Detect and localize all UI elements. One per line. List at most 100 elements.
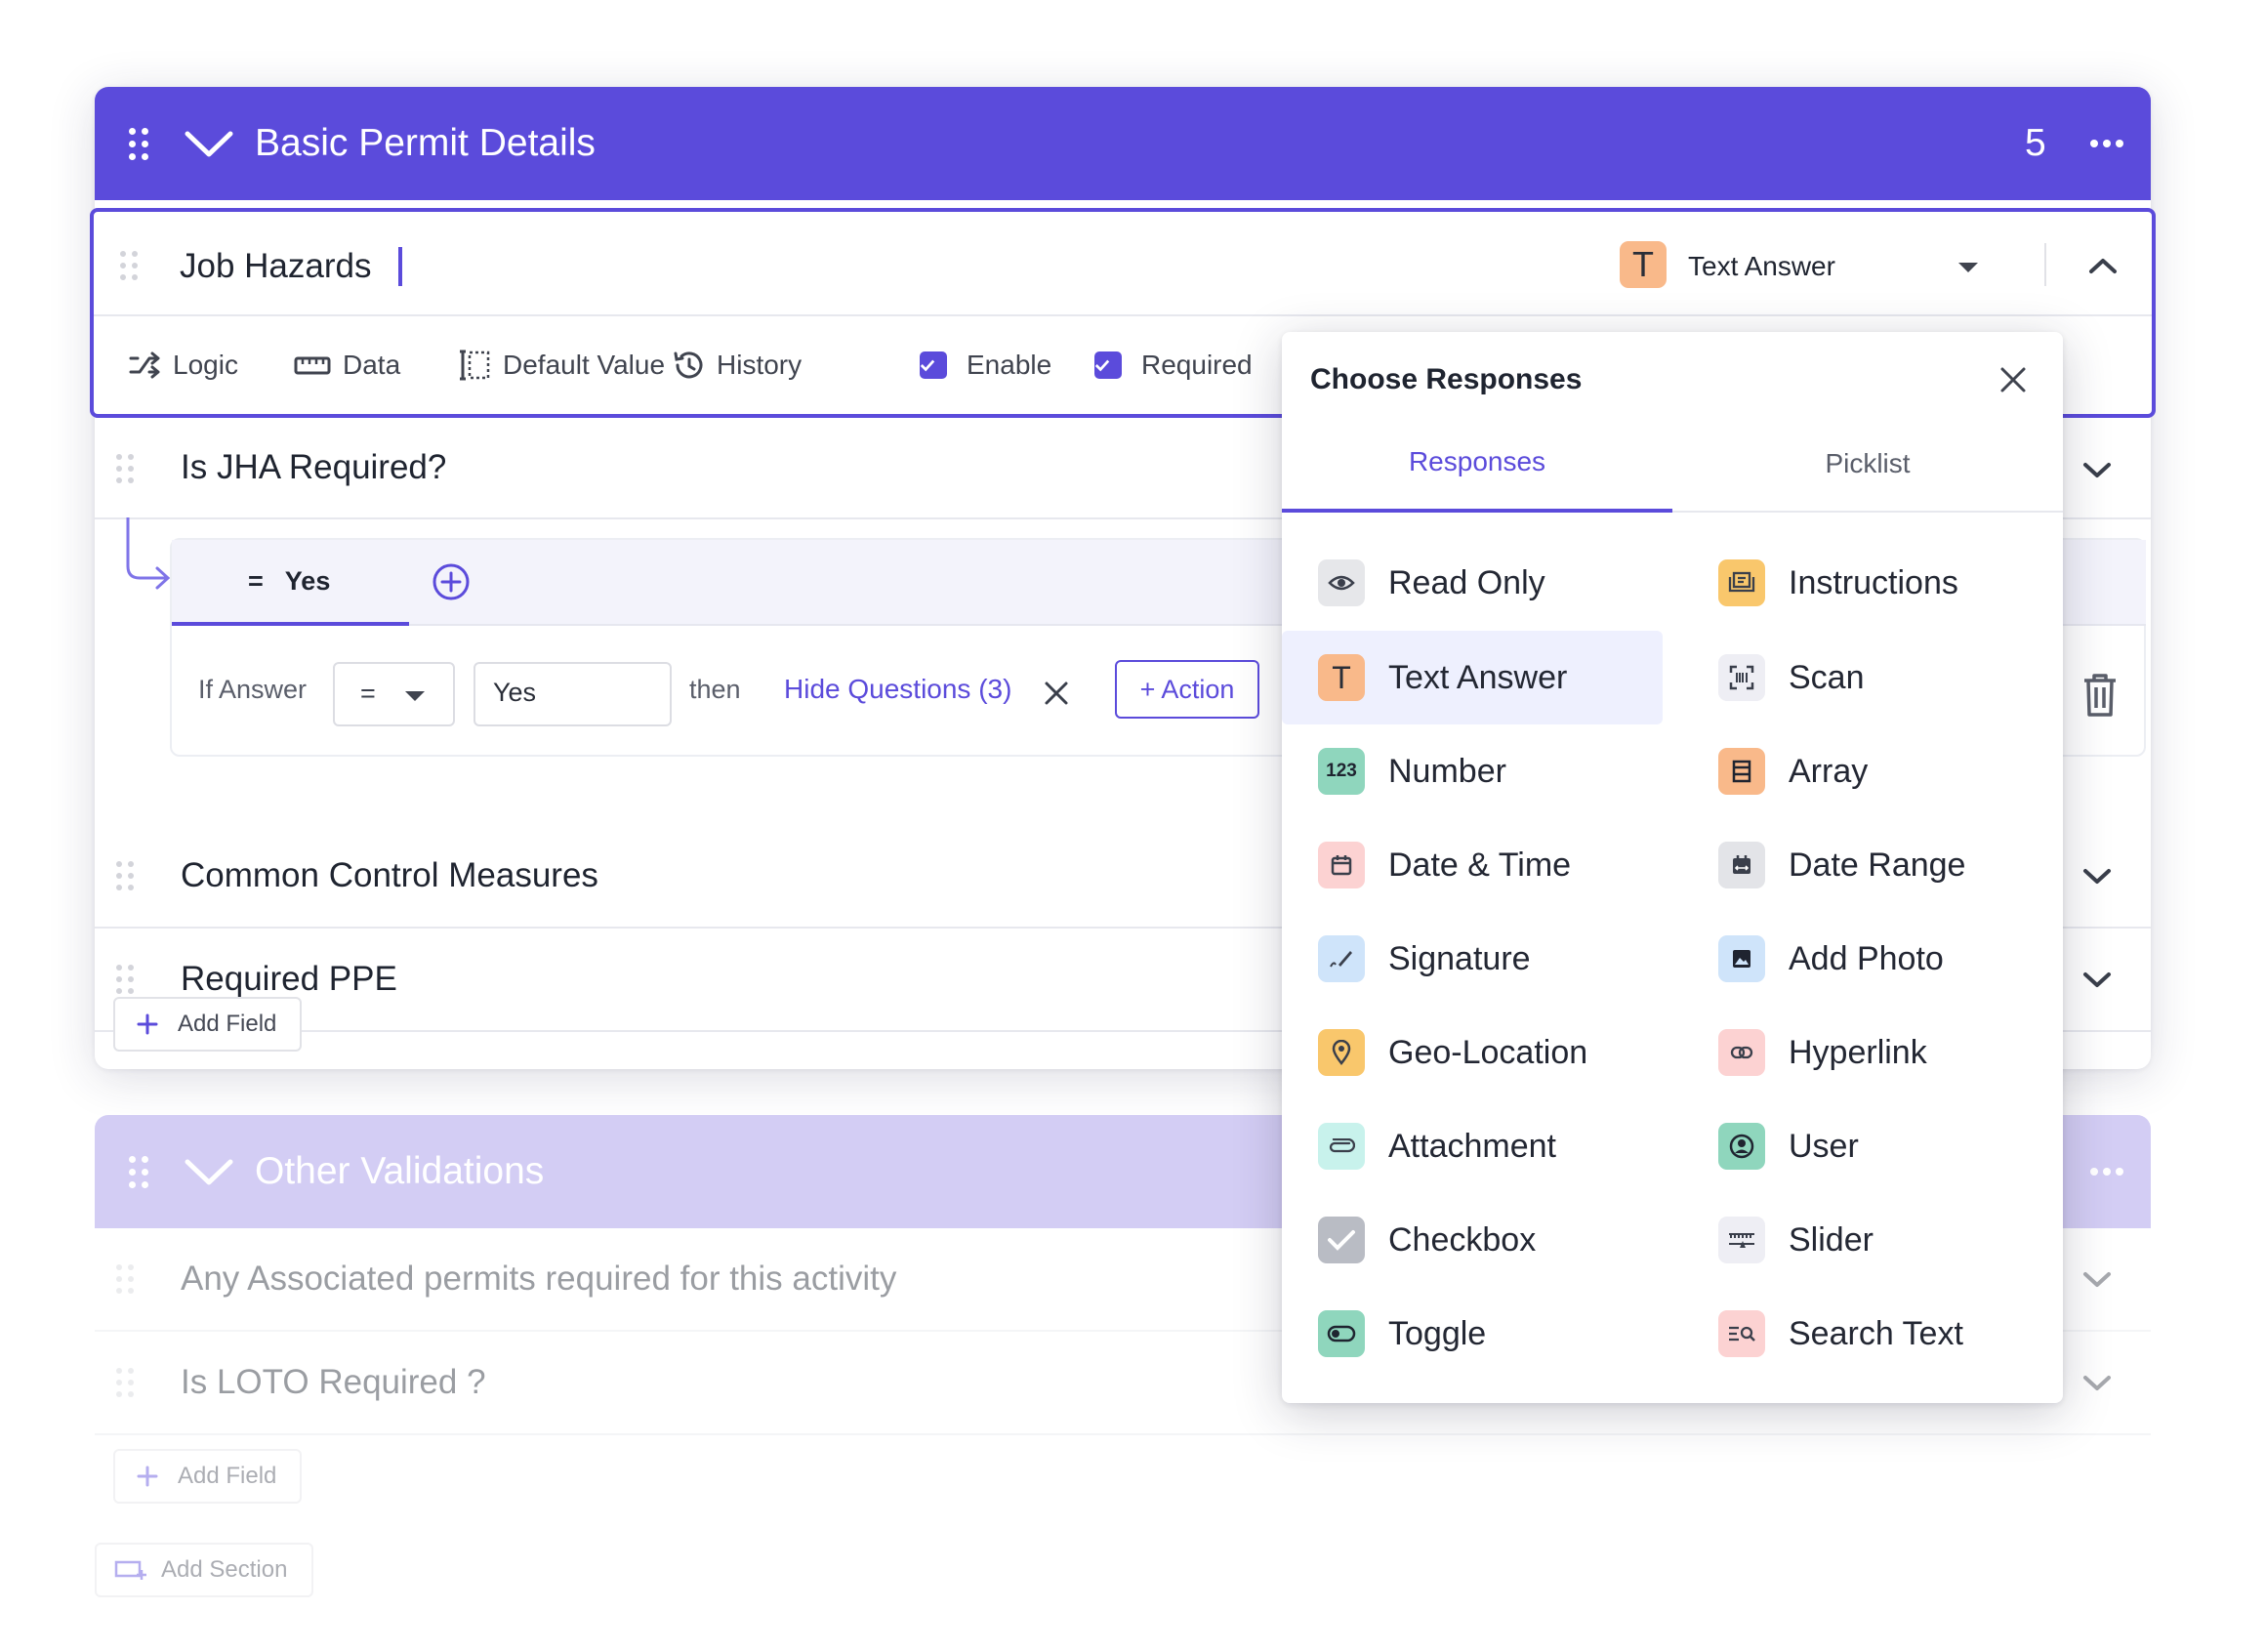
drag-handle-icon[interactable] <box>116 454 136 485</box>
action-link[interactable]: Hide Questions (3) <box>784 674 1011 705</box>
option-date-range[interactable]: Date Range <box>1682 818 2063 912</box>
required-label: Required <box>1141 350 1253 380</box>
scan-icon <box>1718 654 1765 701</box>
history-tool[interactable]: History <box>672 316 802 414</box>
option-add-photo[interactable]: Add Photo <box>1682 912 2063 1006</box>
dotted-box-icon <box>460 350 490 381</box>
chevron-down-icon[interactable] <box>2082 971 2112 989</box>
response-type-label[interactable]: Text Answer <box>1688 251 1835 282</box>
map-pin-icon <box>1318 1029 1365 1076</box>
tab-logic-yes[interactable]: = Yes <box>172 540 409 626</box>
add-section-icon <box>114 1560 146 1580</box>
trash-icon[interactable] <box>2080 673 2120 718</box>
field-label: Common Control Measures <box>181 856 598 894</box>
option-array[interactable]: Array <box>1682 724 2063 818</box>
required-checkbox[interactable]: Required <box>1094 316 1253 414</box>
drag-handle-icon[interactable] <box>116 1368 136 1399</box>
add-field-label: Add Field <box>178 1463 277 1489</box>
number-123-icon: 123 <box>1318 748 1365 795</box>
more-options-icon[interactable] <box>2090 1168 2123 1176</box>
operator-text: = <box>248 565 264 596</box>
add-field-button[interactable]: Add Field <box>113 1449 302 1504</box>
option-toggle[interactable]: Toggle <box>1282 1287 1672 1381</box>
option-label: Add Photo <box>1789 939 1944 977</box>
more-options-icon[interactable] <box>2090 140 2123 147</box>
option-user[interactable]: User <box>1682 1099 2063 1193</box>
plus-icon <box>137 1013 158 1035</box>
logic-value-text: Yes <box>284 565 331 596</box>
option-checkbox[interactable]: Checkbox <box>1282 1193 1672 1287</box>
text-cursor <box>398 247 402 286</box>
popup-title: Choose Responses <box>1310 363 1583 395</box>
option-label: Attachment <box>1388 1127 1556 1165</box>
option-text-answer-selected[interactable]: T Text Answer <box>1282 631 1663 724</box>
toggle-icon <box>1318 1310 1365 1357</box>
enable-checkbox[interactable]: Enable <box>920 316 1051 414</box>
tab-picklist[interactable]: Picklist <box>1672 415 2063 513</box>
chevron-down-icon[interactable] <box>2082 1271 2112 1289</box>
chevron-up-icon[interactable] <box>2088 257 2118 274</box>
option-date-time[interactable]: Date & Time <box>1282 818 1672 912</box>
add-field-button[interactable]: Add Field <box>113 997 302 1052</box>
data-tool[interactable]: Data <box>294 316 400 414</box>
section-header[interactable]: Basic Permit Details 5 <box>95 87 2151 200</box>
chevron-down-icon[interactable] <box>2082 462 2112 479</box>
field-label: Any Associated permits required for this… <box>181 1260 897 1298</box>
option-geo-location[interactable]: Geo-Location <box>1282 1006 1672 1099</box>
eye-icon <box>1318 559 1365 606</box>
user-icon <box>1718 1123 1765 1170</box>
option-signature[interactable]: Signature <box>1282 912 1672 1006</box>
option-read-only[interactable]: Read Only <box>1282 536 1672 630</box>
drag-handle-icon[interactable] <box>129 1156 150 1189</box>
chevron-down-icon[interactable] <box>184 130 234 159</box>
link-icon <box>1718 1029 1765 1076</box>
close-icon[interactable] <box>1044 681 1069 706</box>
option-number[interactable]: 123 Number <box>1282 724 1672 818</box>
then-label: then <box>689 675 741 704</box>
default-value-tool[interactable]: Default Value <box>458 316 665 414</box>
option-label: Search Text <box>1789 1314 1963 1352</box>
chevron-down-icon[interactable] <box>184 1158 234 1187</box>
field-label: Is LOTO Required ? <box>181 1363 486 1401</box>
answer-value-input[interactable]: Yes <box>474 662 672 726</box>
option-label: Text Answer <box>1388 658 1568 696</box>
drag-handle-icon[interactable] <box>116 965 136 996</box>
plus-icon <box>137 1466 158 1487</box>
enable-label: Enable <box>967 350 1052 380</box>
if-answer-label: If Answer <box>198 675 308 704</box>
field-label: Is JHA Required? <box>181 448 447 486</box>
logic-tool[interactable]: Logic <box>128 316 238 414</box>
drag-handle-icon[interactable] <box>120 251 140 282</box>
drag-handle-icon[interactable] <box>129 128 150 161</box>
operator-select[interactable]: = <box>333 662 455 726</box>
option-label: Checkbox <box>1388 1220 1537 1259</box>
drag-handle-icon[interactable] <box>116 861 136 892</box>
drag-handle-icon[interactable] <box>116 1264 136 1296</box>
option-instructions[interactable]: Instructions <box>1682 536 2063 630</box>
array-icon <box>1718 748 1765 795</box>
option-label: Array <box>1789 752 1869 790</box>
add-circle-icon[interactable] <box>432 562 471 601</box>
chevron-down-icon[interactable] <box>2082 1375 2112 1392</box>
search-text-icon <box>1718 1310 1765 1357</box>
history-label: History <box>717 350 803 380</box>
close-icon[interactable] <box>1999 366 2027 393</box>
slider-icon <box>1718 1217 1765 1263</box>
chevron-down-icon[interactable] <box>2082 868 2112 886</box>
option-label: Geo-Location <box>1388 1033 1588 1071</box>
option-label: Number <box>1388 752 1506 790</box>
option-label: Instructions <box>1789 563 1958 601</box>
option-hyperlink[interactable]: Hyperlink <box>1682 1006 2063 1099</box>
checkbox-checked-icon <box>920 351 947 379</box>
option-slider[interactable]: Slider <box>1682 1193 2063 1287</box>
default-value-label: Default Value <box>503 350 666 380</box>
tab-responses[interactable]: Responses <box>1282 415 1672 513</box>
option-attachment[interactable]: Attachment <box>1282 1099 1672 1193</box>
text-t-icon: T <box>1318 654 1365 701</box>
option-scan[interactable]: Scan <box>1682 631 2063 724</box>
option-search-text[interactable]: Search Text <box>1682 1287 2063 1381</box>
caret-down-icon[interactable] <box>1956 261 1980 274</box>
add-section-button[interactable]: Add Section <box>95 1543 313 1597</box>
add-action-button[interactable]: + Action <box>1115 660 1259 719</box>
field-title-input[interactable]: Job Hazards <box>180 247 371 286</box>
